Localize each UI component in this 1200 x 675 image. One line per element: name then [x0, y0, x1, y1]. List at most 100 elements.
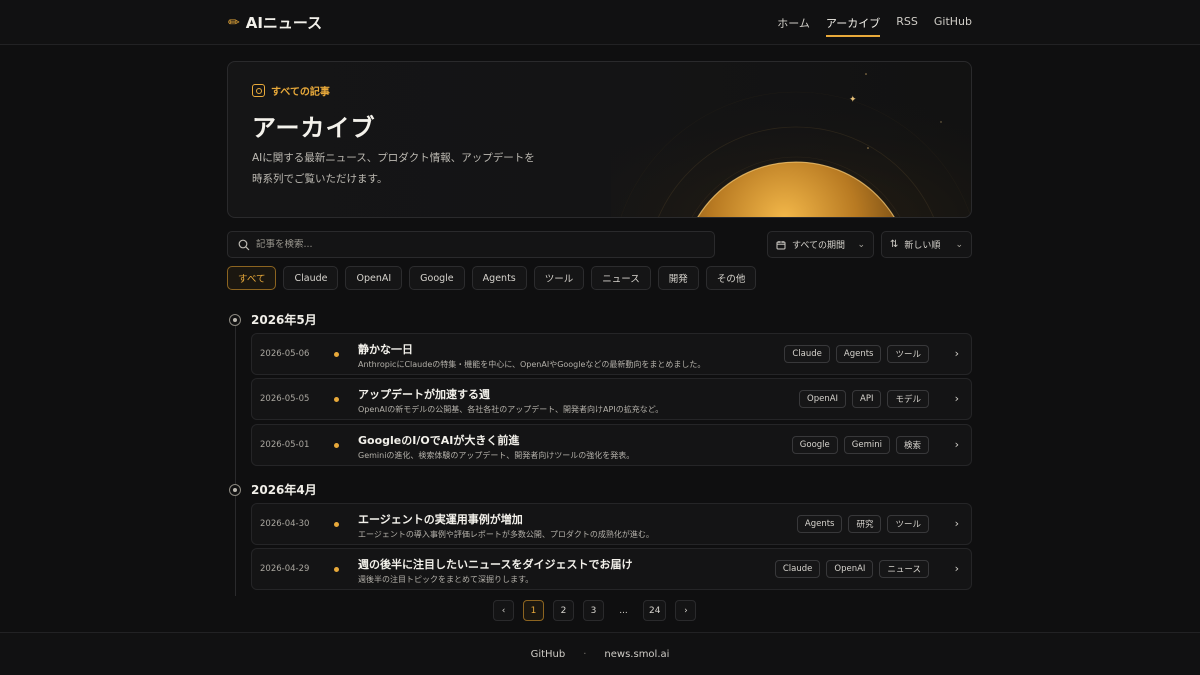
article-date: 2026-04-29 [260, 564, 310, 574]
article-tags: OpenAI API モデル [799, 390, 929, 408]
chevron-right-icon[interactable]: › [955, 562, 959, 575]
article-title[interactable]: エージェントの実運用事例が増加 [358, 511, 523, 527]
brand-logo[interactable]: ✏ AIニュース [228, 12, 322, 33]
article-tags: Claude Agents ツール [784, 345, 929, 363]
chevron-right-icon[interactable]: › [955, 392, 959, 405]
chip-agents[interactable]: Agents [471, 266, 527, 290]
nav-rss[interactable]: RSS [896, 15, 918, 37]
page-button-3[interactable]: 3 [583, 600, 604, 621]
article-title[interactable]: 静かな一日 [358, 341, 413, 357]
article-tags: Agents 研究 ツール [796, 515, 929, 533]
hero-description-line2: 時系列でご覧いただけます。 [252, 173, 388, 185]
timeline-dot-icon [229, 483, 241, 496]
chip-other[interactable]: その他 [705, 266, 757, 290]
chevron-down-icon: ⌄ [857, 239, 865, 250]
article-tag[interactable]: Agents [835, 345, 882, 363]
article-tag[interactable]: 検索 [895, 436, 929, 454]
article-card[interactable]: 2026-05-01 GoogleのI/OでAIが大きく前進 Geminiの進化… [251, 424, 972, 466]
page-button-24[interactable]: 24 [643, 600, 667, 621]
month-heading: 2026年5月 [229, 311, 317, 328]
article-card[interactable]: 2026-04-30 エージェントの実運用事例が増加 エージェントの導入事例や評… [251, 503, 972, 545]
article-tag[interactable]: OpenAI [826, 560, 874, 578]
article-tag[interactable]: Claude [784, 345, 830, 363]
article-tag[interactable]: Claude [774, 560, 821, 578]
bullet-icon [334, 522, 339, 527]
next-page-button[interactable]: › [675, 600, 697, 621]
nav-home[interactable]: ホーム [777, 15, 810, 37]
article-tag[interactable]: ツール [887, 345, 929, 363]
chip-tools[interactable]: ツール [533, 266, 585, 290]
article-card[interactable]: 2026-05-06 静かな一日 AnthropicにClaudeの特集・機能を… [251, 333, 972, 375]
chip-news[interactable]: ニュース [591, 266, 651, 290]
article-card[interactable]: 2026-05-05 アップデートが加速する週 OpenAIの新モデルの公開基、… [251, 378, 972, 420]
period-dropdown-label: すべての期間 [792, 241, 846, 251]
footer-separator: · [583, 648, 587, 660]
nav-github[interactable]: GitHub [934, 15, 972, 37]
footer: GitHub · news.smol.ai [0, 632, 1200, 675]
article-tags: Google Gemini 検索 [791, 436, 929, 454]
article-tag[interactable]: Gemini [843, 436, 890, 454]
hero-banner: ✦ すべての記事 アーカイブ AIに関する最新ニュース、プロダクト情報、アップデ… [227, 61, 972, 218]
page-button-1[interactable]: 1 [523, 600, 544, 621]
hero-description: AIに関する最新ニュース、プロダクト情報、アップデートを 時系列でご覧いただけま… [252, 148, 552, 190]
timeline-dot-icon [229, 313, 241, 326]
sort-dropdown[interactable]: ⇅ 新しい順 ⌄ [881, 231, 972, 258]
chip-development[interactable]: 開発 [657, 266, 699, 290]
hero-description-line1: AIに関する最新ニュース、プロダクト情報、アップデートを [252, 152, 535, 164]
search-box[interactable] [227, 231, 715, 258]
article-tag[interactable]: API [852, 390, 882, 408]
prev-page-button[interactable]: ‹ [493, 600, 514, 621]
footer-source-link[interactable]: news.smol.ai [604, 649, 669, 660]
article-title[interactable]: 週の後半に注目したいニュースをダイジェストでお届け [358, 556, 632, 572]
sort-icon: ⇅ [890, 239, 899, 250]
article-tag[interactable]: ツール [887, 515, 929, 533]
chip-google[interactable]: Google [409, 266, 465, 290]
bullet-icon [334, 443, 339, 448]
period-dropdown[interactable]: すべての期間 ⌄ [767, 231, 874, 258]
bullet-icon [334, 352, 339, 357]
chevron-right-icon[interactable]: › [955, 438, 959, 451]
archive-icon [252, 84, 265, 97]
page-button-2[interactable]: 2 [553, 600, 574, 621]
sort-dropdown-label: 新しい順 [904, 241, 941, 251]
chip-all[interactable]: すべて [227, 266, 277, 290]
chip-claude[interactable]: Claude [283, 266, 339, 290]
chevron-right-icon[interactable]: › [955, 347, 959, 360]
article-tag[interactable]: Google [791, 436, 838, 454]
pagination: ‹ 1 2 3 ... 24 › [493, 600, 697, 621]
top-navigation-bar: ✏ AIニュース ホーム アーカイブ RSS GitHub [0, 0, 1200, 45]
article-title[interactable]: アップデートが加速する週 [358, 386, 490, 402]
article-tag[interactable]: ニュース [879, 560, 929, 578]
article-description: OpenAIの新モデルの公開基、各社各社のアップデート、開発者向けAPIの拡充な… [358, 405, 664, 414]
article-tag[interactable]: モデル [887, 390, 929, 408]
chevron-down-icon: ⌄ [955, 239, 963, 250]
article-description: Geminiの進化、検索体験のアップデート、開発者向けツールの強化を発表。 [358, 451, 635, 460]
chip-openai[interactable]: OpenAI [345, 266, 403, 290]
article-title[interactable]: GoogleのI/OでAIが大きく前進 [358, 432, 519, 448]
pencil-icon: ✏ [228, 14, 240, 31]
nav-archive[interactable]: アーカイブ [825, 15, 881, 37]
bullet-icon [334, 567, 339, 572]
article-tag[interactable]: OpenAI [799, 390, 847, 408]
search-input[interactable] [256, 239, 696, 250]
article-description: 週後半の注目トピックをまとめて深掘りします。 [358, 575, 534, 584]
article-date: 2026-05-05 [260, 394, 310, 404]
article-tag[interactable]: Agents [796, 515, 843, 533]
hero-category-tag: すべての記事 [252, 83, 330, 98]
pagination-ellipsis: ... [619, 605, 628, 616]
footer-github-link[interactable]: GitHub [531, 649, 566, 660]
month-label: 2026年5月 [251, 313, 317, 327]
chevron-right-icon[interactable]: › [955, 517, 959, 530]
timeline-line [235, 326, 236, 596]
article-card[interactable]: 2026-04-29 週の後半に注目したいニュースをダイジェストでお届け 週後半… [251, 548, 972, 590]
hero-tag-label: すべての記事 [271, 87, 330, 98]
bullet-icon [334, 397, 339, 402]
brand-name: AIニュース [245, 14, 323, 32]
category-filter-chips: すべて Claude OpenAI Google Agents ツール ニュース… [227, 266, 757, 290]
search-icon [238, 239, 250, 250]
article-date: 2026-05-06 [260, 349, 310, 359]
article-tag[interactable]: 研究 [848, 515, 882, 533]
calendar-icon [776, 240, 786, 249]
article-description: エージェントの導入事例や評価レポートが多数公開、プロダクトの成熟化が進む。 [358, 530, 654, 539]
article-date: 2026-04-30 [260, 519, 310, 529]
